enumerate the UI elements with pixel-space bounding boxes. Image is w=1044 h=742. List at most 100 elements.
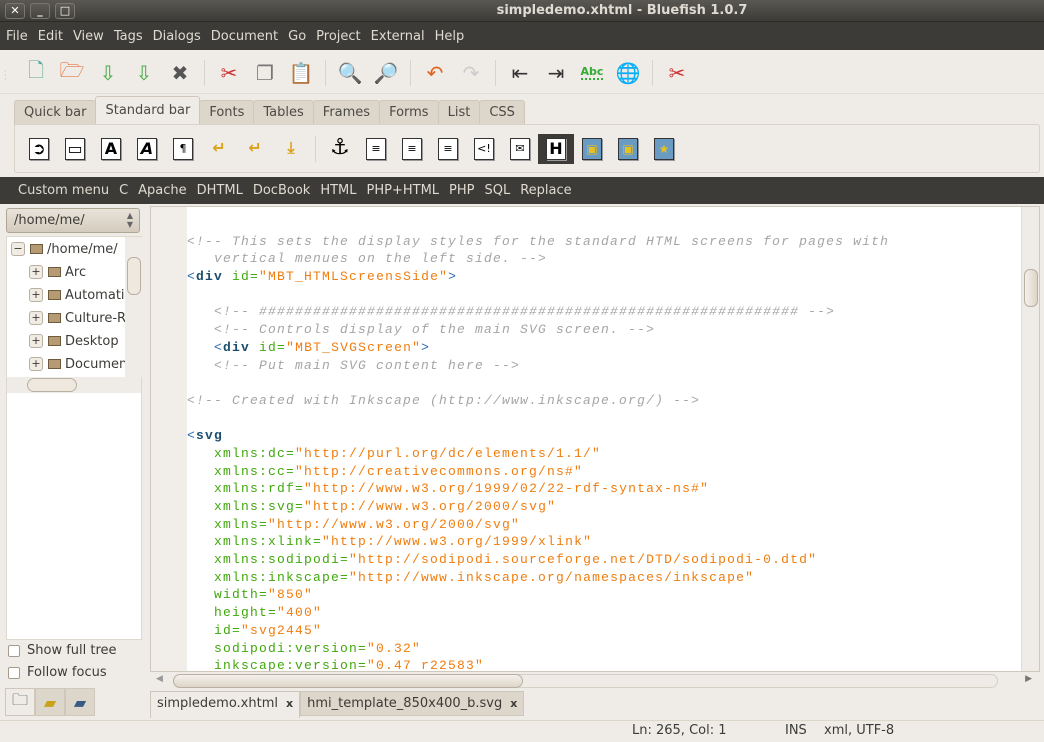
custom-menu-php-html[interactable]: PHP+HTML bbox=[362, 183, 445, 198]
tab-list[interactable]: List bbox=[437, 100, 481, 125]
document-tab[interactable]: hmi_template_850x400_b.svg x bbox=[300, 691, 525, 716]
tab-quick-bar[interactable]: Quick bar bbox=[14, 100, 97, 125]
expander-icon[interactable]: + bbox=[29, 288, 43, 302]
close-tab-button[interactable]: x bbox=[510, 692, 517, 715]
tree-vertical-scrollbar[interactable] bbox=[125, 237, 142, 377]
custom-menu-dhtml[interactable]: DHTML bbox=[192, 183, 248, 198]
email-button[interactable]: ✉ bbox=[502, 134, 538, 164]
right-justify-button[interactable]: ≡ bbox=[430, 134, 466, 164]
menu-go[interactable]: Go bbox=[283, 29, 311, 44]
cut-button[interactable]: ✂ bbox=[211, 58, 247, 88]
save-as-button[interactable]: ⇩ bbox=[126, 58, 162, 88]
unindent-button[interactable]: ⇤ bbox=[502, 58, 538, 88]
menu-tags[interactable]: Tags bbox=[109, 29, 148, 44]
tree-hscroll-thumb[interactable] bbox=[27, 378, 77, 392]
menu-external[interactable]: External bbox=[366, 29, 430, 44]
anchor-icon: ⚓ bbox=[330, 134, 350, 160]
preview-browser-button[interactable]: 🌐 bbox=[610, 58, 646, 88]
tree-vscroll-thumb[interactable] bbox=[127, 257, 141, 295]
tab-frames[interactable]: Frames bbox=[312, 100, 381, 125]
menu-edit[interactable]: Edit bbox=[33, 29, 68, 44]
close-button[interactable]: ✖ bbox=[162, 58, 198, 88]
code-line: 102 height="400" bbox=[187, 604, 1019, 622]
tree-item[interactable]: + Automation bbox=[29, 284, 141, 306]
undo-button[interactable]: ↶ bbox=[417, 58, 453, 88]
tree-item[interactable]: + Desktop bbox=[29, 330, 119, 352]
menu-dialogs[interactable]: Dialogs bbox=[148, 29, 206, 44]
multi-thumbnail-icon: ★ bbox=[654, 137, 674, 160]
menu-view[interactable]: View bbox=[68, 29, 109, 44]
spell-check-button[interactable]: Abc bbox=[574, 58, 610, 88]
expander-icon[interactable]: + bbox=[29, 334, 43, 348]
expander-icon[interactable]: + bbox=[29, 265, 43, 279]
nbsp-button[interactable]: ⤓ bbox=[273, 134, 309, 164]
tab-tables[interactable]: Tables bbox=[253, 100, 314, 125]
paste-button[interactable]: 📋 bbox=[283, 58, 319, 88]
menu-document[interactable]: Document bbox=[206, 29, 283, 44]
expander-icon[interactable]: + bbox=[29, 311, 43, 325]
custom-menu-docbook[interactable]: DocBook bbox=[248, 183, 315, 198]
path-combobox[interactable]: /home/me/ ▲ ▼ bbox=[6, 208, 140, 233]
menu-file[interactable]: File bbox=[1, 29, 33, 44]
rule-button[interactable]: ≡ bbox=[358, 134, 394, 164]
editor-vertical-scrollbar[interactable] bbox=[1021, 207, 1039, 671]
italic-button[interactable]: A bbox=[129, 134, 165, 164]
editor-horizontal-scrollbar[interactable]: ◀ ▶ bbox=[150, 672, 1040, 690]
tab-css[interactable]: CSS bbox=[479, 100, 525, 125]
preferences-button[interactable]: ✂ bbox=[659, 58, 695, 88]
show-full-tree-checkbox[interactable]: Show full tree bbox=[8, 643, 117, 658]
expander-icon[interactable]: + bbox=[29, 357, 43, 371]
tab-forms[interactable]: Forms bbox=[379, 100, 439, 125]
custom-menu-apache[interactable]: Apache bbox=[133, 183, 192, 198]
reference-tab[interactable]: ▰ bbox=[65, 688, 95, 716]
code-area[interactable]: 8081<!-- This sets the display styles fo… bbox=[187, 215, 1019, 671]
bold-button[interactable]: A bbox=[93, 134, 129, 164]
editor-hscroll-thumb[interactable] bbox=[173, 674, 523, 688]
custom-menu-html[interactable]: HTML bbox=[315, 183, 361, 198]
open-file-button[interactable]: 🗁 bbox=[54, 58, 90, 88]
tree-item[interactable]: + Arc bbox=[29, 261, 86, 283]
code-editor[interactable]: 8081<!-- This sets the display styles fo… bbox=[150, 206, 1040, 672]
break-clear-all-button[interactable]: ↵ bbox=[237, 134, 273, 164]
tab-fonts[interactable]: Fonts bbox=[199, 100, 255, 125]
quickstart-button[interactable]: ➲ bbox=[21, 134, 57, 164]
custom-menu-c[interactable]: C bbox=[114, 183, 133, 198]
custom-menu-custom-menu[interactable]: Custom menu bbox=[13, 183, 114, 198]
bookmarks-tab[interactable]: ▰ bbox=[35, 688, 65, 716]
tree-item[interactable]: − /home/me/ bbox=[11, 238, 118, 260]
paragraph-button[interactable]: ¶ bbox=[165, 134, 201, 164]
custom-menu-sql[interactable]: SQL bbox=[480, 183, 516, 198]
editor-vscroll-thumb[interactable] bbox=[1024, 269, 1038, 307]
copy-button[interactable]: ❐ bbox=[247, 58, 283, 88]
code-str: "MBT_HTMLScreensSide" bbox=[259, 269, 449, 285]
new-file-button[interactable]: 🗋 bbox=[18, 58, 54, 88]
menu-help[interactable]: Help bbox=[430, 29, 470, 44]
tree-horizontal-scrollbar[interactable] bbox=[7, 377, 141, 393]
menu-project[interactable]: Project bbox=[311, 29, 365, 44]
document-tab[interactable]: simpledemo.xhtml x bbox=[150, 691, 301, 718]
break-button[interactable]: ↵ bbox=[201, 134, 237, 164]
tree-item[interactable]: + Documents bbox=[29, 353, 139, 375]
expander-icon[interactable]: − bbox=[11, 242, 25, 256]
tab-standard-bar[interactable]: Standard bar bbox=[95, 96, 201, 125]
multi-thumbnail-button[interactable]: ★ bbox=[646, 134, 682, 164]
anchor-button[interactable]: ⚓ bbox=[322, 134, 358, 164]
find-button[interactable]: 🔍 bbox=[332, 58, 368, 88]
tree-item[interactable]: + Culture-Re bbox=[29, 307, 133, 329]
replace-button[interactable]: 🔎 bbox=[368, 58, 404, 88]
follow-focus-checkbox[interactable]: Follow focus bbox=[8, 665, 107, 680]
custom-menu-php[interactable]: PHP bbox=[444, 183, 479, 198]
close-tab-button[interactable]: x bbox=[286, 692, 293, 718]
body-button[interactable]: ▭ bbox=[57, 134, 93, 164]
image-button[interactable]: ▣ bbox=[574, 134, 610, 164]
center-button[interactable]: ≡ bbox=[394, 134, 430, 164]
code-attr: height= bbox=[187, 605, 278, 621]
heading-button[interactable]: H bbox=[538, 133, 574, 164]
save-button[interactable]: ⇩ bbox=[90, 58, 126, 88]
custom-menu-replace[interactable]: Replace bbox=[515, 183, 576, 198]
indent-button[interactable]: ⇥ bbox=[538, 58, 574, 88]
filebrowser-tab[interactable]: 🗀 bbox=[5, 688, 35, 716]
thumbnail-button[interactable]: ▣ bbox=[610, 134, 646, 164]
redo-button[interactable]: ↷ bbox=[453, 58, 489, 88]
comment-button[interactable]: <! bbox=[466, 134, 502, 164]
